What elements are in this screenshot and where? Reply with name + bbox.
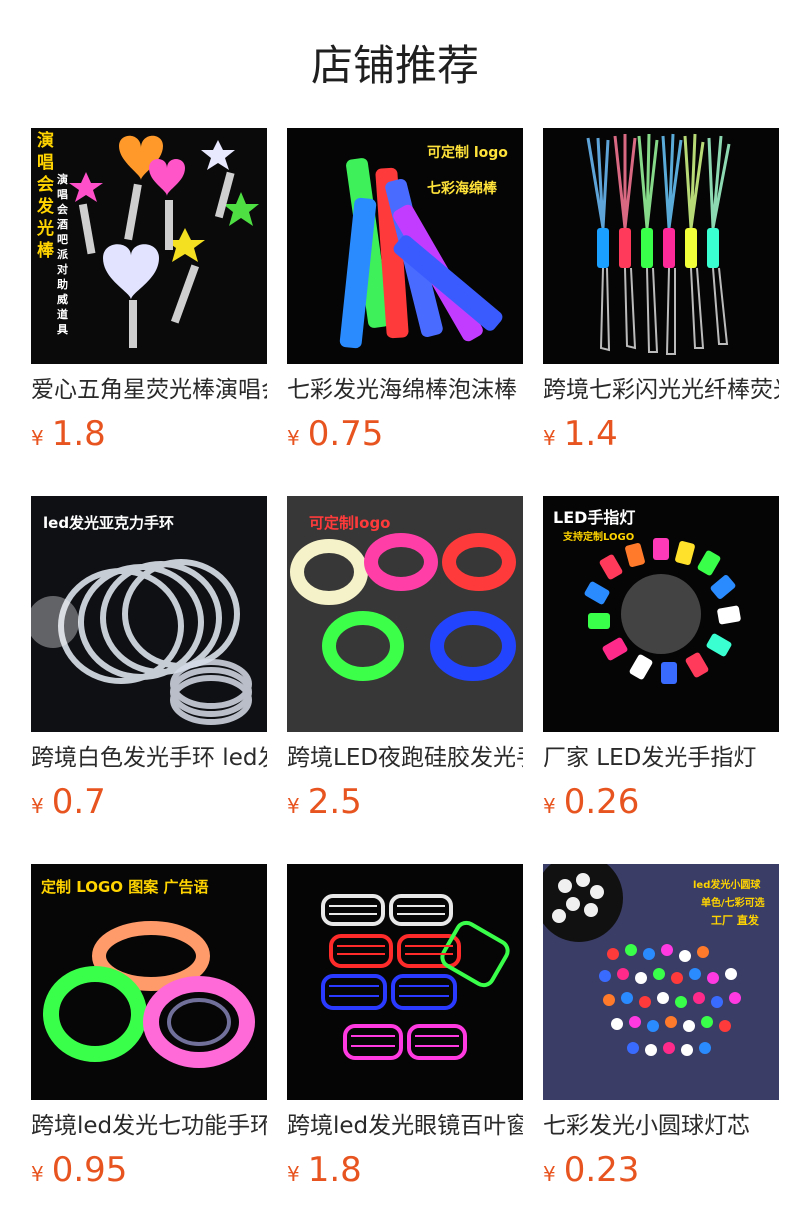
product-name[interactable]: 跨境led发光七功能手环 — [31, 1110, 267, 1142]
image-caption: 定制 LOGO 图案 广告语 — [41, 878, 209, 896]
product-name[interactable]: 跨境led发光眼镜百叶窗眼镜 — [287, 1110, 523, 1142]
image-caption: 演唱会酒吧派对助威道具 — [57, 173, 68, 336]
foam-stick-image[interactable]: 可定制 logo 七彩海绵棒 — [287, 128, 523, 364]
currency-symbol: ¥ — [543, 794, 556, 818]
price-value: 1.8 — [307, 1150, 362, 1190]
image-caption: led发光亚克力手环 — [43, 514, 175, 532]
section-title: 店铺推荐 — [310, 41, 479, 90]
price-value: 0.23 — [563, 1150, 640, 1190]
product-card[interactable]: LED手指灯 支持定制LOGO 厂家 LED发光手指灯 ¥0.26 — [543, 496, 779, 822]
image-caption: 支持定制LOGO — [563, 532, 635, 543]
price-value: 0.75 — [307, 414, 384, 454]
currency-symbol: ¥ — [287, 1162, 300, 1186]
product-card[interactable]: led发光小圆球 单色/七彩可选 工厂 直发 七彩发光小圆球灯芯 ¥0.23 — [543, 864, 779, 1190]
product-price: ¥1.8 — [287, 1150, 523, 1194]
product-card[interactable]: 跨境七彩闪光光纤棒荧光棒 ¥1.4 — [543, 128, 779, 454]
price-value: 0.7 — [51, 782, 106, 822]
product-name[interactable]: 厂家 LED发光手指灯 — [543, 742, 779, 774]
image-caption: led发光小圆球 — [693, 880, 761, 891]
price-value: 0.95 — [51, 1150, 128, 1190]
product-name[interactable]: 跨境七彩闪光光纤棒荧光棒 — [543, 374, 779, 406]
product-price: ¥0.75 — [287, 414, 523, 458]
currency-symbol: ¥ — [543, 426, 556, 450]
price-value: 2.5 — [307, 782, 362, 822]
product-name[interactable]: 七彩发光海绵棒泡沫棒 — [287, 374, 523, 406]
price-value: 0.26 — [563, 782, 640, 822]
image-caption: LED手指灯 — [553, 508, 636, 527]
price-value: 1.4 — [563, 414, 618, 454]
product-card[interactable]: led发光亚克力手环 跨境白色发光手环 led发光亚克力手环 ¥0.7 — [31, 496, 267, 822]
product-price: ¥0.95 — [31, 1150, 267, 1194]
product-name[interactable]: 跨境LED夜跑硅胶发光手环 — [287, 742, 523, 774]
price-value: 1.8 — [51, 414, 106, 454]
currency-symbol: ¥ — [287, 426, 300, 450]
product-price: ¥0.7 — [31, 782, 267, 826]
currency-symbol: ¥ — [287, 794, 300, 818]
product-name[interactable]: 跨境白色发光手环 led发光亚克力手环 — [31, 742, 267, 774]
image-caption: 演唱会发光棒 — [37, 131, 54, 261]
image-caption: 可定制logo — [309, 514, 391, 532]
finger-light-image[interactable]: LED手指灯 支持定制LOGO — [543, 496, 779, 732]
product-card[interactable]: 可定制logo 跨境LED夜跑硅胶发光手环 ¥2.5 — [287, 496, 523, 822]
led-wristband-image[interactable]: 定制 LOGO 图案 广告语 — [31, 864, 267, 1100]
product-price: ¥2.5 — [287, 782, 523, 826]
product-card[interactable]: 可定制 logo 七彩海绵棒 七彩发光海绵棒泡沫棒 ¥0.75 — [287, 128, 523, 454]
product-price: ¥0.26 — [543, 782, 779, 826]
acrylic-bracelet-image[interactable]: led发光亚克力手环 — [31, 496, 267, 732]
product-card[interactable]: 演唱会发光棒 演唱会酒吧派对助威道具 爱心五角星荧光棒演唱会酒吧派对助威道具 ¥… — [31, 128, 267, 454]
product-name[interactable]: 七彩发光小圆球灯芯 — [543, 1110, 779, 1142]
silicone-bracelet-image[interactable]: 可定制logo — [287, 496, 523, 732]
shutter-glasses-image[interactable] — [287, 864, 523, 1100]
product-price: ¥0.23 — [543, 1150, 779, 1194]
product-card[interactable]: 定制 LOGO 图案 广告语 跨境led发光七功能手环 ¥0.95 — [31, 864, 267, 1190]
currency-symbol: ¥ — [31, 426, 44, 450]
product-card[interactable]: 跨境led发光眼镜百叶窗眼镜 ¥1.8 — [287, 864, 523, 1190]
product-price: ¥1.8 — [31, 414, 267, 458]
heart-star-glow-stick-image[interactable]: 演唱会发光棒 演唱会酒吧派对助威道具 — [31, 128, 267, 364]
currency-symbol: ¥ — [543, 1162, 556, 1186]
image-caption: 七彩海绵棒 — [427, 181, 497, 197]
image-caption: 可定制 logo — [427, 145, 508, 161]
led-ball-image[interactable]: led发光小圆球 单色/七彩可选 工厂 直发 — [543, 864, 779, 1100]
currency-symbol: ¥ — [31, 1162, 44, 1186]
fiber-optic-wand-image[interactable] — [543, 128, 779, 364]
image-caption: 工厂 直发 — [711, 914, 759, 927]
product-name[interactable]: 爱心五角星荧光棒演唱会酒吧派对助威道具 — [31, 374, 267, 406]
product-grid: 演唱会发光棒 演唱会酒吧派对助威道具 爱心五角星荧光棒演唱会酒吧派对助威道具 ¥… — [31, 128, 779, 1190]
currency-symbol: ¥ — [31, 794, 44, 818]
image-caption: 单色/七彩可选 — [701, 898, 765, 909]
product-price: ¥1.4 — [543, 414, 779, 458]
